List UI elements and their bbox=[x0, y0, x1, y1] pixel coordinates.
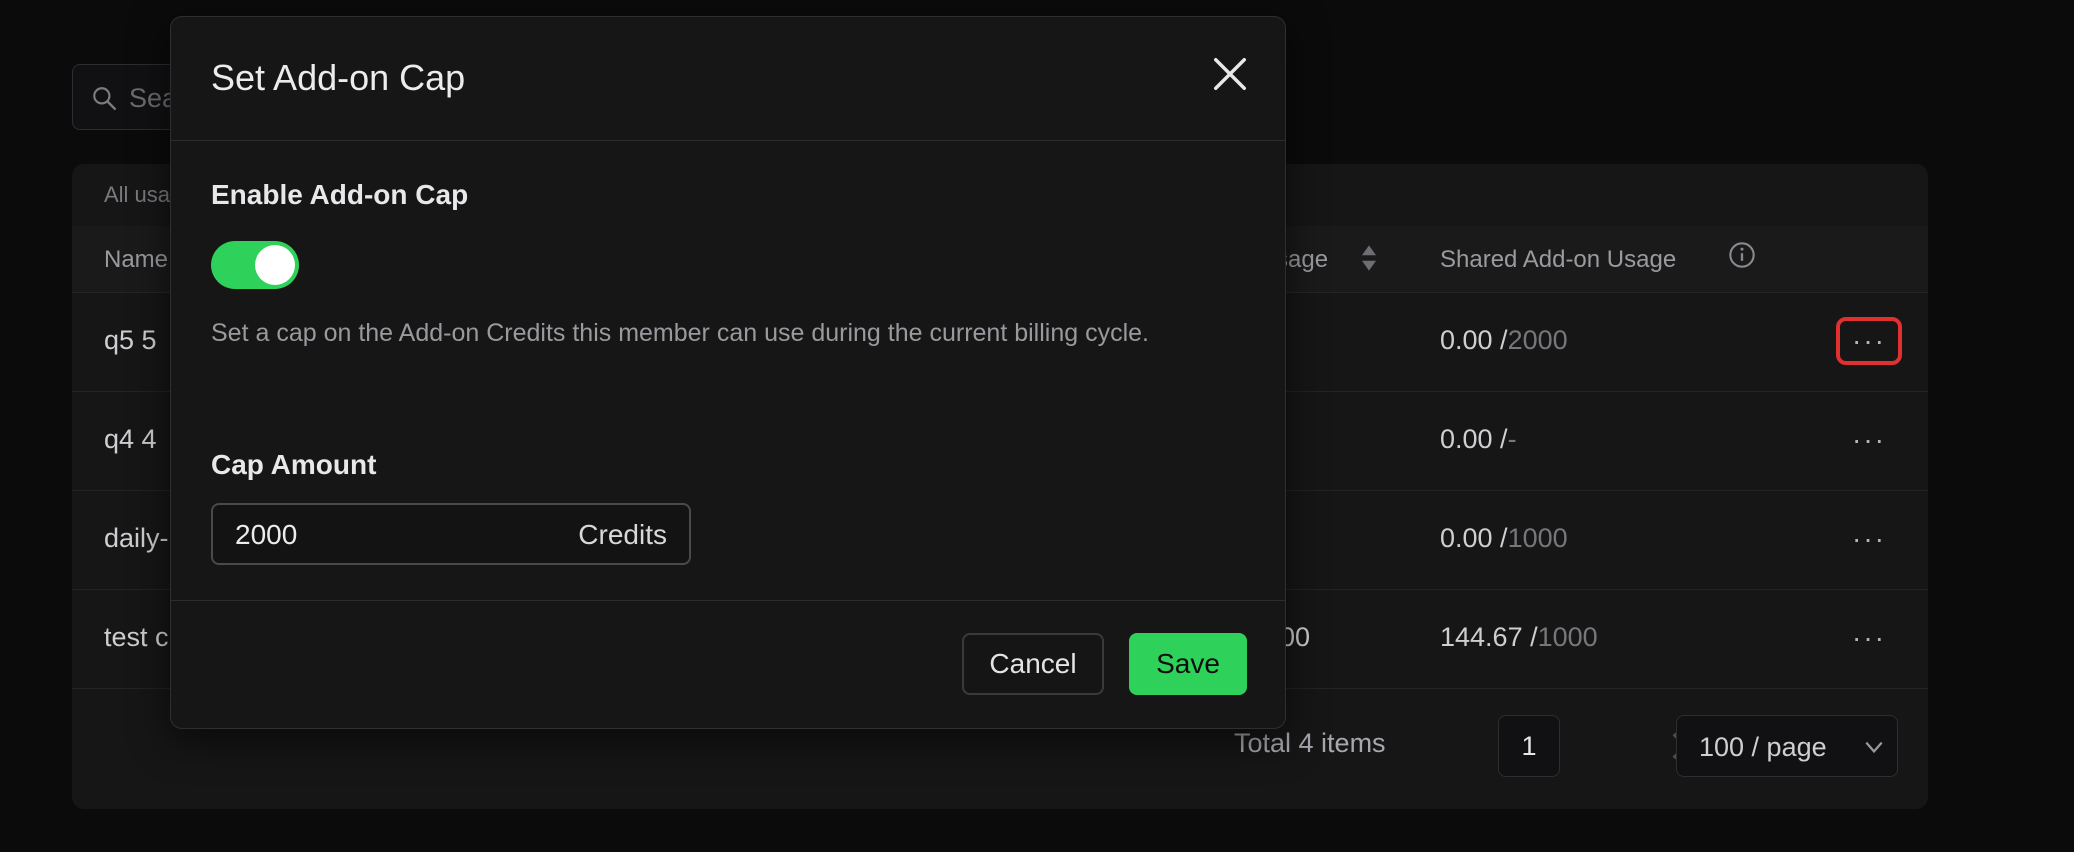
cap-amount-field[interactable]: Credits bbox=[211, 503, 691, 565]
column-shared-usage: Shared Add-on Usage bbox=[1440, 246, 1677, 273]
pagination-total: Total 4 items bbox=[1234, 728, 1386, 758]
cap-unit-label: Credits bbox=[578, 519, 667, 550]
shared-usage-value: 0.00 /1000 bbox=[1440, 523, 1568, 554]
shared-cap: - bbox=[1507, 424, 1517, 454]
shared-usage-value: 0.00 /2000 bbox=[1440, 325, 1568, 356]
member-name: test c bbox=[104, 622, 169, 652]
footer-divider bbox=[171, 600, 1285, 601]
shared-cap: 1000 bbox=[1507, 523, 1568, 553]
enable-cap-label: Enable Add-on Cap bbox=[211, 179, 469, 210]
cap-help-text: Set a cap on the Add-on Credits this mem… bbox=[211, 319, 1150, 347]
shared-used: 0.00 / bbox=[1440, 325, 1508, 355]
more-actions-button[interactable]: ··· bbox=[1836, 515, 1902, 563]
shared-cap: 2000 bbox=[1507, 325, 1568, 355]
column-name: Name bbox=[104, 246, 169, 273]
cap-amount-input[interactable] bbox=[235, 517, 535, 553]
shared-cap: 1000 bbox=[1537, 622, 1598, 652]
more-actions-button[interactable]: ··· bbox=[1836, 317, 1902, 365]
add-on-cap-dialog: Set Add-on Cap Enable Add-on Cap Set a c… bbox=[170, 16, 1286, 729]
search-icon bbox=[93, 87, 117, 111]
page-size-select[interactable]: 100 / page bbox=[1676, 715, 1898, 777]
page-size-value: 100 / page bbox=[1699, 732, 1827, 762]
sort-icon[interactable] bbox=[1360, 244, 1378, 272]
shared-used: 144.67 / bbox=[1440, 622, 1538, 652]
member-name: q5 5 bbox=[104, 325, 157, 355]
shared-used: 0.00 / bbox=[1440, 424, 1508, 454]
shared-used: 0.00 / bbox=[1440, 523, 1508, 553]
member-name: q4 4 bbox=[104, 424, 157, 454]
save-button[interactable]: Save bbox=[1129, 633, 1247, 695]
close-icon[interactable] bbox=[1211, 55, 1249, 93]
shared-usage-value: 144.67 /1000 bbox=[1440, 622, 1598, 653]
more-actions-button[interactable]: ··· bbox=[1836, 416, 1902, 464]
pagination-current-page[interactable]: 1 bbox=[1498, 715, 1560, 777]
enable-cap-toggle[interactable] bbox=[211, 241, 299, 289]
more-actions-button[interactable]: ··· bbox=[1836, 614, 1902, 662]
member-name: daily- bbox=[104, 523, 169, 553]
cap-amount-label: Cap Amount bbox=[211, 449, 377, 480]
dialog-title: Set Add-on Cap bbox=[211, 57, 466, 98]
shared-usage-value: 0.00 /- bbox=[1440, 424, 1517, 455]
header-divider bbox=[171, 140, 1285, 141]
info-icon[interactable] bbox=[1728, 241, 1756, 269]
chevron-down-icon bbox=[1865, 741, 1883, 754]
table-caption: All usa bbox=[104, 182, 171, 207]
toggle-knob bbox=[255, 245, 295, 285]
cancel-button[interactable]: Cancel bbox=[962, 633, 1104, 695]
